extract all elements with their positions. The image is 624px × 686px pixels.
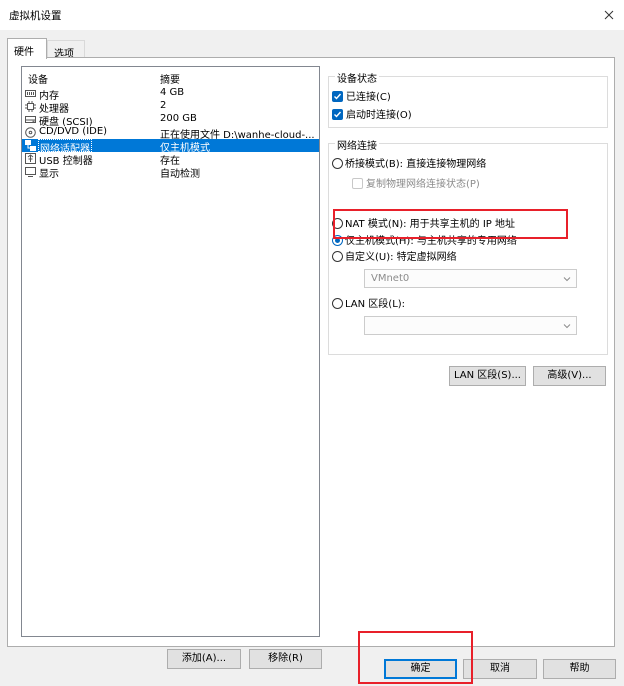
column-header-device[interactable]: 设备 xyxy=(28,71,48,86)
custom-network-select[interactable]: VMnet0 xyxy=(364,269,577,288)
cd-dvd-icon xyxy=(25,127,36,138)
lan-segments-button[interactable]: LAN 区段(S)... xyxy=(449,366,526,386)
device-summary: 4 GB xyxy=(160,87,185,98)
device-name: 网络适配器 xyxy=(38,139,92,155)
device-summary: 自动检测 xyxy=(160,169,200,180)
device-summary: 200 GB xyxy=(160,113,197,124)
dialog-client-area: 硬件 选项 设备 摘要 内存 4 GB 处理器 2 硬盘 (SCSI) 200 … xyxy=(0,30,624,686)
device-row-usb[interactable]: USB 控制器 存在 xyxy=(22,152,319,167)
window-title: 虚拟机设置 xyxy=(9,10,62,22)
lan-segment-select[interactable] xyxy=(364,316,577,335)
device-row-processor[interactable]: 处理器 2 xyxy=(22,100,319,115)
chevron-down-icon xyxy=(563,324,571,329)
device-summary: 2 xyxy=(160,100,167,111)
close-icon xyxy=(604,10,614,20)
device-row-network-adapter[interactable]: 网络适配器 仅主机模式 xyxy=(22,139,319,155)
memory-icon xyxy=(25,90,36,97)
usb-icon xyxy=(25,153,36,164)
processor-icon xyxy=(25,101,36,112)
title-bar: 虚拟机设置 xyxy=(0,0,624,30)
checkbox-checked-icon xyxy=(332,109,343,120)
lan-segment-radio[interactable]: LAN 区段(L): xyxy=(332,295,405,310)
radio-unchecked-icon xyxy=(332,158,343,169)
connected-label: 已连接(C) xyxy=(346,92,391,103)
checkbox-unchecked-icon xyxy=(352,178,363,189)
close-button[interactable] xyxy=(594,0,624,30)
network-adapter-icon xyxy=(25,140,36,151)
replicate-state-label: 复制物理网络连接状态(P) xyxy=(366,179,480,190)
display-icon xyxy=(25,167,36,177)
radio-unchecked-icon xyxy=(332,298,343,309)
hard-disk-icon xyxy=(25,116,36,123)
radio-unchecked-icon xyxy=(332,251,343,262)
bridged-mode-label: 桥接模式(B): 直接连接物理网络 xyxy=(345,159,487,170)
add-device-button[interactable]: 添加(A)... xyxy=(167,649,241,669)
bridged-mode-radio[interactable]: 桥接模式(B): 直接连接物理网络 xyxy=(332,155,486,170)
cancel-button[interactable]: 取消 xyxy=(463,659,537,679)
tab-hardware[interactable]: 硬件 xyxy=(7,38,47,59)
custom-network-label: 自定义(U): 特定虚拟网络 xyxy=(345,252,457,263)
custom-network-radio[interactable]: 自定义(U): 特定虚拟网络 xyxy=(332,248,457,263)
remove-device-button[interactable]: 移除(R) xyxy=(249,649,322,669)
device-name: 显示 xyxy=(39,169,59,180)
device-list[interactable]: 设备 摘要 内存 4 GB 处理器 2 硬盘 (SCSI) 200 GB CD/… xyxy=(21,66,320,637)
help-button[interactable]: 帮助 xyxy=(543,659,616,679)
device-row-memory[interactable]: 内存 4 GB xyxy=(22,87,319,102)
column-header-summary[interactable]: 摘要 xyxy=(160,71,180,86)
hardware-tab-page: 设备 摘要 内存 4 GB 处理器 2 硬盘 (SCSI) 200 GB CD/… xyxy=(7,57,615,669)
device-status-group: 设备状态 已连接(C) 启动时连接(O) xyxy=(328,70,608,128)
replicate-state-checkbox[interactable]: 复制物理网络连接状态(P) xyxy=(352,175,480,190)
chevron-down-icon xyxy=(563,277,571,282)
device-row-cd-dvd[interactable]: CD/DVD (IDE) 正在使用文件 D:\wanhe-cloud-... xyxy=(22,126,319,141)
advanced-button[interactable]: 高级(V)... xyxy=(533,366,606,386)
device-status-title: 设备状态 xyxy=(335,70,379,85)
device-list-header: 设备 摘要 xyxy=(22,67,319,86)
connect-at-power-on-checkbox[interactable]: 启动时连接(O) xyxy=(332,106,412,121)
connect-at-power-on-label: 启动时连接(O) xyxy=(346,110,412,121)
custom-network-value: VMnet0 xyxy=(371,273,410,284)
lan-segment-label: LAN 区段(L): xyxy=(345,299,406,310)
checkbox-checked-icon xyxy=(332,91,343,102)
device-row-display[interactable]: 显示 自动检测 xyxy=(22,165,319,180)
network-connection-group: 网络连接 桥接模式(B): 直接连接物理网络 复制物理网络连接状态(P) NAT… xyxy=(328,137,608,355)
host-only-highlight-box xyxy=(333,209,568,239)
device-name: CD/DVD (IDE) xyxy=(39,126,108,137)
connected-checkbox[interactable]: 已连接(C) xyxy=(332,88,391,103)
tab-options[interactable]: 选项 xyxy=(47,40,85,60)
network-connection-title: 网络连接 xyxy=(335,137,379,152)
ok-button-highlight-box xyxy=(358,631,473,684)
device-row-hard-disk[interactable]: 硬盘 (SCSI) 200 GB xyxy=(22,113,319,128)
